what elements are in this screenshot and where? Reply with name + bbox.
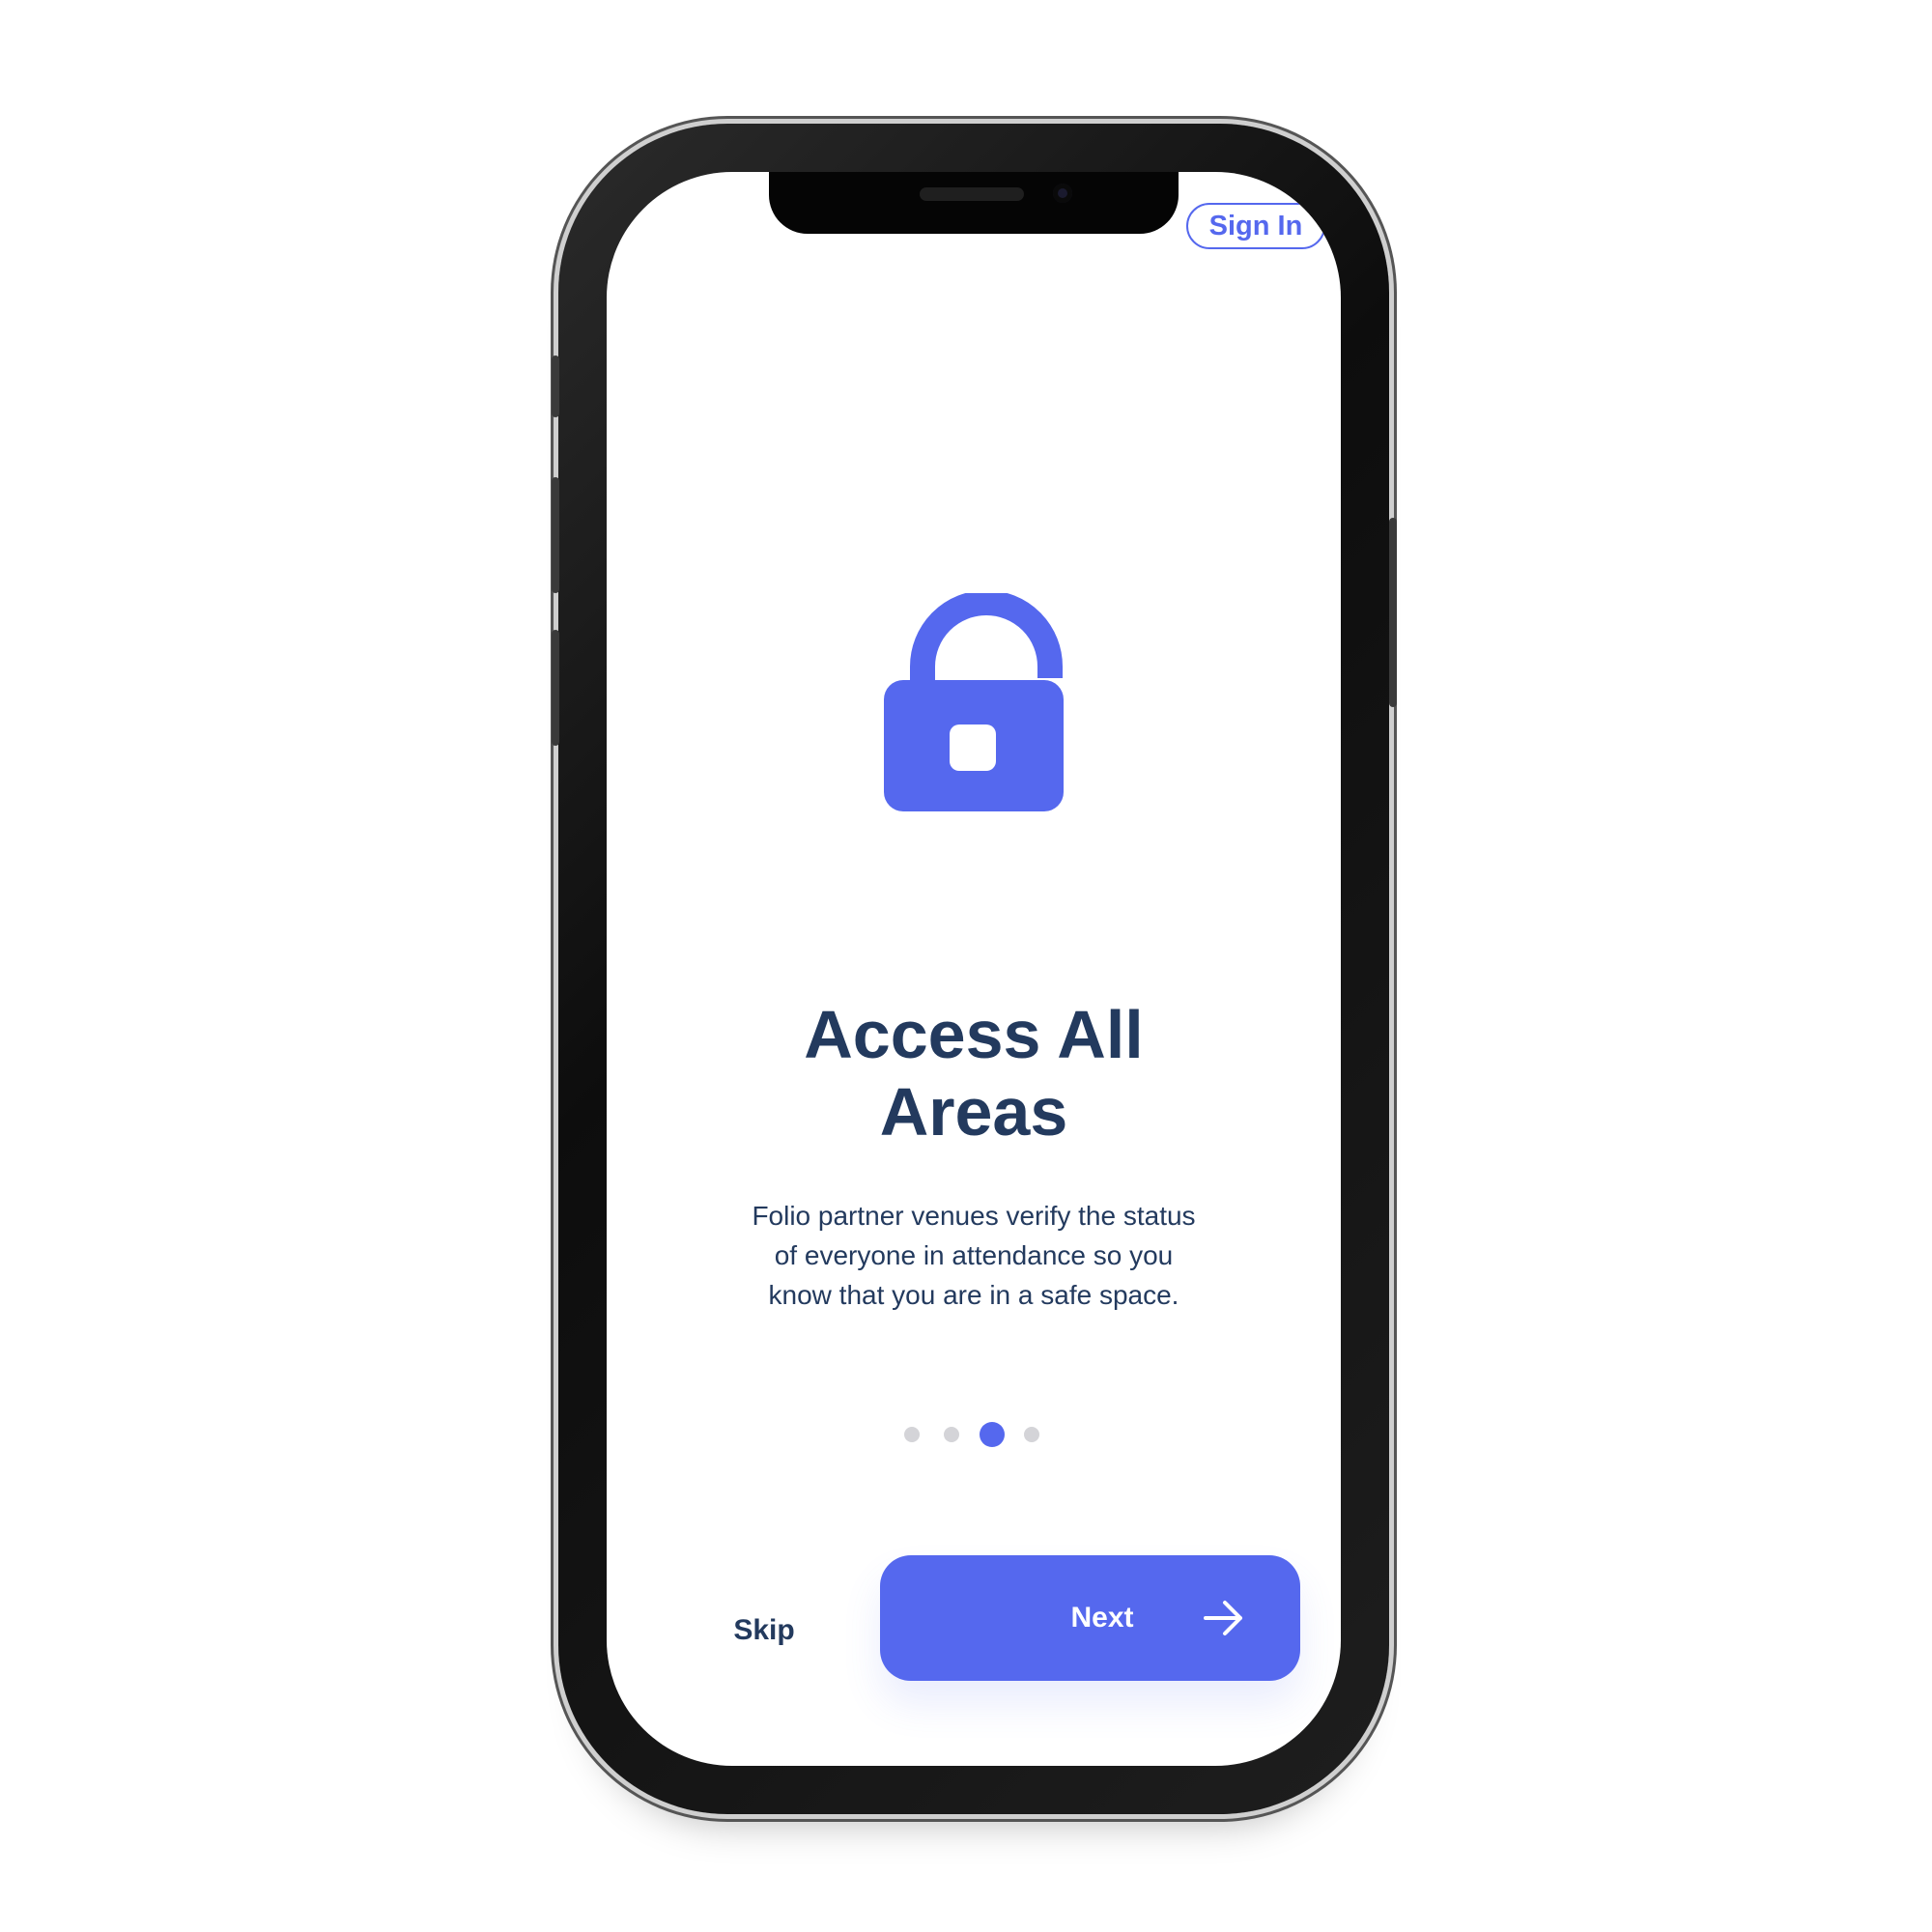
phone-power-button bbox=[1389, 518, 1397, 707]
earpiece-speaker bbox=[920, 187, 1024, 201]
unlocked-padlock-icon bbox=[884, 593, 1064, 811]
next-button[interactable]: Next bbox=[880, 1555, 1300, 1681]
phone-silent-switch bbox=[552, 355, 559, 417]
skip-button[interactable]: Skip bbox=[721, 1611, 808, 1650]
phone-notch bbox=[769, 172, 1179, 234]
phone-volume-down-button bbox=[552, 630, 559, 746]
phone-volume-up-button bbox=[552, 477, 559, 593]
pagination-dots bbox=[904, 1422, 1043, 1447]
next-button-label: Next bbox=[1070, 1602, 1134, 1634]
arrow-right-icon bbox=[1204, 1601, 1242, 1635]
sign-in-button[interactable]: Sign In bbox=[1186, 203, 1325, 249]
onboarding-description: Folio partner venues verify the status o… bbox=[752, 1201, 1196, 1310]
front-camera bbox=[1053, 184, 1072, 203]
pagination-dot-active[interactable] bbox=[980, 1422, 1005, 1447]
onboarding-title: Access All Areas bbox=[804, 997, 1144, 1150]
pagination-dot[interactable] bbox=[904, 1427, 920, 1442]
pagination-dot[interactable] bbox=[944, 1427, 959, 1442]
pagination-dot[interactable] bbox=[1024, 1427, 1039, 1442]
app-screen: Sign In Access All Areas Folio partner v… bbox=[607, 172, 1341, 1766]
